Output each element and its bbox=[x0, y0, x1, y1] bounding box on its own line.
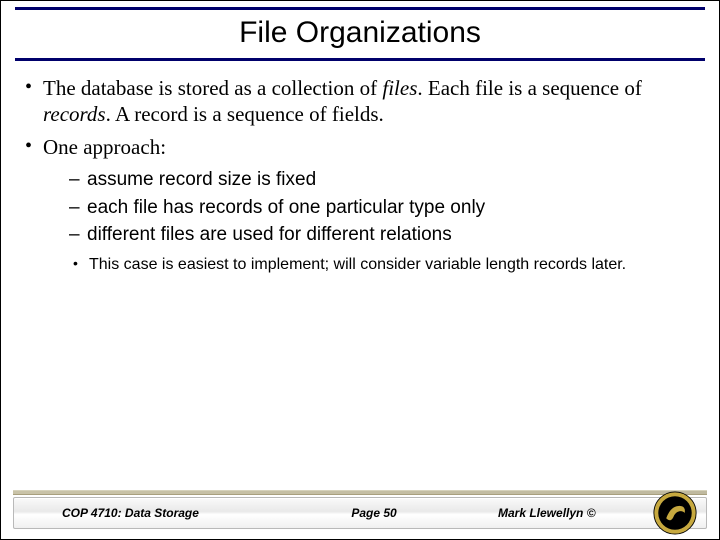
slide-title: File Organizations bbox=[15, 7, 705, 61]
sub-bullet-list: assume record size is fixed each file ha… bbox=[43, 168, 697, 247]
sub-sub-bullet-list: This case is easiest to implement; will … bbox=[43, 255, 697, 275]
italic-text: records bbox=[43, 102, 106, 126]
italic-text: files bbox=[382, 76, 417, 100]
sub-bullet-item: assume record size is fixed bbox=[69, 168, 697, 192]
slide-body: The database is stored as a collection o… bbox=[1, 61, 719, 275]
footer-divider bbox=[13, 490, 707, 495]
text-run: . A record is a sequence of fields. bbox=[106, 102, 384, 126]
text-run: The database is stored as a collection o… bbox=[43, 76, 382, 100]
footer: COP 4710: Data Storage Page 50 Mark Llew… bbox=[13, 497, 707, 529]
bullet-item: The database is stored as a collection o… bbox=[23, 75, 697, 128]
sub-sub-bullet-item: This case is easiest to implement; will … bbox=[73, 255, 697, 275]
sub-bullet-item: different files are used for different r… bbox=[69, 223, 697, 247]
ucf-pegasus-logo-icon bbox=[653, 491, 697, 535]
text-run: One approach: bbox=[43, 135, 166, 159]
sub-bullet-item: each file has records of one particular … bbox=[69, 196, 697, 220]
bullet-item: One approach: assume record size is fixe… bbox=[23, 134, 697, 276]
footer-course: COP 4710: Data Storage bbox=[14, 506, 270, 520]
footer-bar: COP 4710: Data Storage Page 50 Mark Llew… bbox=[13, 497, 707, 529]
bullet-list: The database is stored as a collection o… bbox=[23, 75, 697, 275]
text-run: . Each file is a sequence of bbox=[417, 76, 641, 100]
slide: File Organizations The database is store… bbox=[0, 0, 720, 540]
footer-page: Page 50 bbox=[270, 506, 478, 520]
